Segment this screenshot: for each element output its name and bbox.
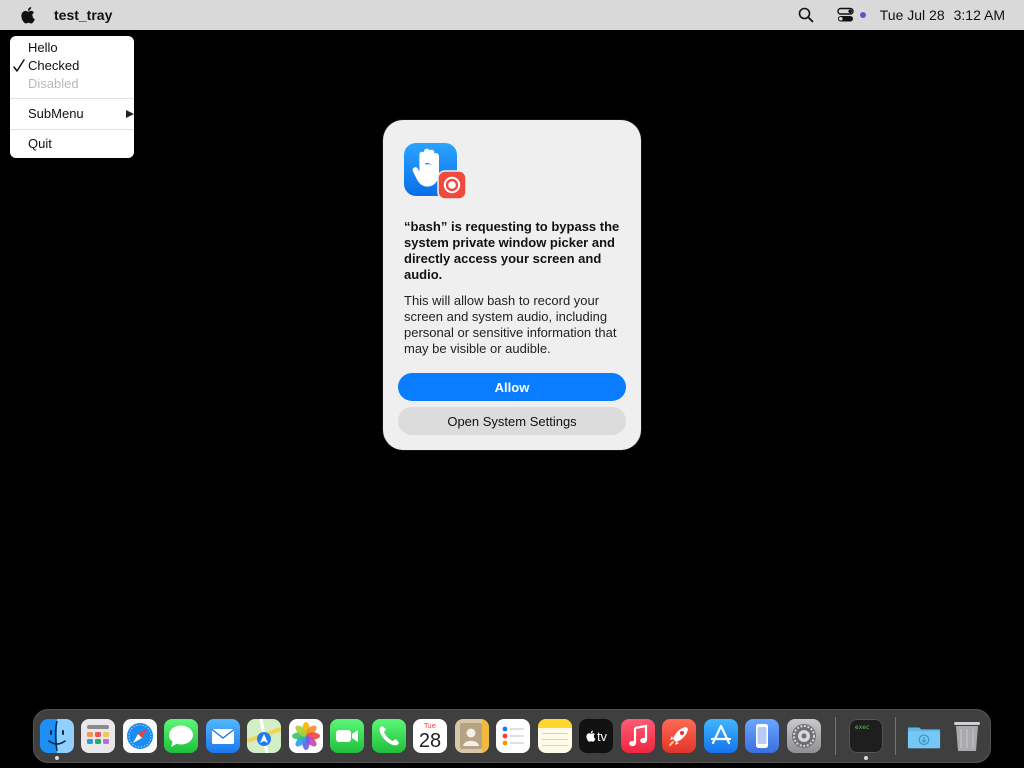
contacts-icon[interactable] bbox=[455, 719, 489, 753]
maps-icon[interactable] bbox=[247, 719, 281, 753]
terminal-label: exec bbox=[855, 724, 870, 731]
clock-time: 3:12 AM bbox=[953, 7, 1005, 23]
clock-date: Tue Jul 28 bbox=[879, 7, 945, 23]
checkmark-icon bbox=[12, 57, 26, 75]
notes-icon[interactable] bbox=[538, 719, 572, 753]
tv-icon[interactable]: tv bbox=[579, 719, 613, 753]
facetime-icon[interactable] bbox=[330, 719, 364, 753]
screen-capture-permission-dialog: “bash” is requesting to bypass the syste… bbox=[383, 120, 641, 450]
menu-separator bbox=[10, 129, 134, 130]
dock: Tue 28 tv exec bbox=[33, 709, 991, 763]
menu-item-disabled: Disabled bbox=[28, 75, 79, 93]
recording-indicator-dot-icon bbox=[859, 12, 866, 18]
dialog-title: “bash” is requesting to bypass the syste… bbox=[404, 219, 620, 282]
menu-item-label: Hello bbox=[28, 40, 58, 55]
menu-item-checked[interactable]: Checked bbox=[13, 57, 80, 75]
running-indicator bbox=[864, 756, 868, 760]
menubar-status-area: Tue Jul 28 3:12 AM bbox=[798, 7, 1024, 23]
phone-icon[interactable] bbox=[372, 719, 406, 753]
app-store-icon[interactable] bbox=[704, 719, 738, 753]
menu-bar: test_tray Tue Jul 28 3:12 AM bbox=[0, 0, 1024, 30]
launchpad-icon[interactable] bbox=[81, 719, 115, 753]
menu-item-label: Disabled bbox=[28, 76, 79, 91]
messages-icon[interactable] bbox=[164, 719, 198, 753]
iphone-mirroring-icon[interactable] bbox=[745, 719, 779, 753]
control-center-icon[interactable] bbox=[836, 7, 856, 23]
menubar-clock[interactable]: Tue Jul 28 3:12 AM bbox=[880, 7, 1005, 23]
menu-item-hello[interactable]: Hello bbox=[28, 39, 58, 57]
downloads-folder-icon[interactable] bbox=[907, 719, 941, 753]
safari-icon[interactable] bbox=[123, 719, 157, 753]
menu-item-submenu[interactable]: SubMenu bbox=[28, 105, 134, 123]
calendar-day-label: 28 bbox=[418, 729, 442, 752]
photos-icon[interactable] bbox=[289, 719, 323, 753]
system-settings-icon[interactable] bbox=[787, 719, 821, 753]
mail-icon[interactable] bbox=[206, 719, 240, 753]
search-icon[interactable] bbox=[798, 7, 814, 23]
apple-logo[interactable] bbox=[19, 6, 35, 24]
trash-icon[interactable] bbox=[950, 719, 984, 753]
menu-item-label: SubMenu bbox=[28, 106, 84, 121]
dock-separator bbox=[835, 717, 836, 755]
open-system-settings-button[interactable]: Open System Settings bbox=[398, 407, 626, 435]
menu-item-label: Checked bbox=[28, 58, 80, 73]
running-indicator bbox=[55, 756, 59, 760]
tray-dropdown-menu: Hello Checked Disabled SubMenu Quit bbox=[10, 36, 134, 158]
dock-separator bbox=[895, 717, 896, 755]
calendar-month-label: Tue bbox=[424, 721, 436, 730]
tv-label: tv bbox=[596, 728, 608, 744]
privacy-hand-icon bbox=[404, 143, 467, 200]
menu-separator bbox=[10, 98, 134, 99]
finder-icon[interactable] bbox=[40, 719, 74, 753]
app-name-menu[interactable]: test_tray bbox=[54, 7, 112, 23]
reminders-icon[interactable] bbox=[496, 719, 530, 753]
allow-button[interactable]: Allow bbox=[398, 373, 626, 401]
submenu-arrow-icon bbox=[126, 109, 134, 118]
music-icon[interactable] bbox=[621, 719, 655, 753]
menu-item-label: Quit bbox=[28, 136, 52, 151]
menu-item-quit[interactable]: Quit bbox=[28, 135, 52, 153]
calendar-icon[interactable]: Tue 28 bbox=[413, 719, 447, 753]
dialog-message: This will allow bash to record your scre… bbox=[404, 293, 617, 356]
rocket-icon[interactable] bbox=[662, 719, 696, 753]
terminal-icon[interactable]: exec bbox=[849, 719, 883, 753]
